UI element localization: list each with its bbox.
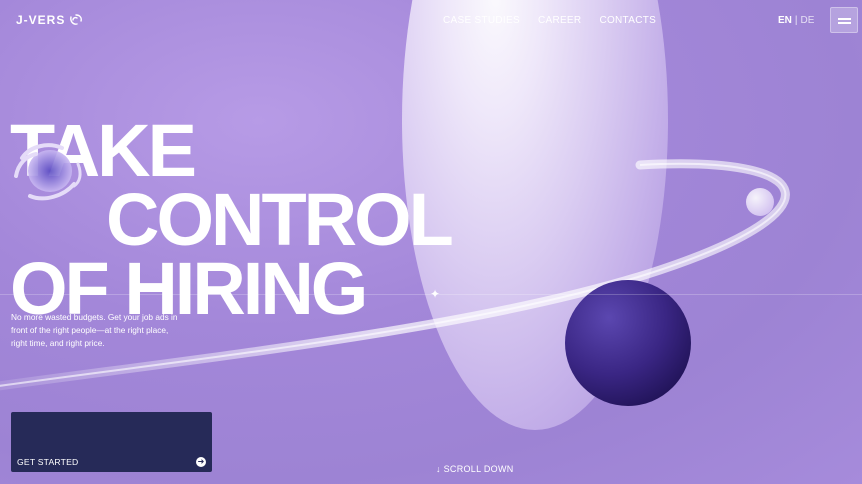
lang-en[interactable]: EN bbox=[778, 15, 792, 26]
brand-logo[interactable]: J-VERS bbox=[16, 13, 83, 27]
get-started-label: GET STARTED bbox=[17, 457, 79, 467]
arrow-right-icon: ➜ bbox=[196, 457, 206, 467]
nav-career[interactable]: CAREER bbox=[538, 15, 581, 26]
main-nav: CASE STUDIES CAREER CONTACTS bbox=[443, 15, 656, 26]
hamburger-icon bbox=[838, 18, 851, 20]
scroll-down-link[interactable]: ↓ SCROLL DOWN bbox=[436, 464, 514, 474]
menu-button[interactable] bbox=[830, 7, 858, 33]
swirl-icon bbox=[14, 143, 82, 201]
hamburger-icon bbox=[838, 22, 851, 24]
nav-case-studies[interactable]: CASE STUDIES bbox=[443, 15, 520, 26]
language-switcher: EN | DE bbox=[778, 15, 814, 26]
site-header: J-VERS CASE STUDIES CAREER CONTACTS EN | D… bbox=[0, 0, 862, 40]
brand-name: J-VERS bbox=[16, 13, 66, 27]
lang-de[interactable]: DE bbox=[801, 15, 815, 26]
hero-subtitle: No more wasted budgets. Get your job ads… bbox=[11, 312, 178, 349]
swirl-icon bbox=[70, 14, 83, 25]
nav-contacts[interactable]: CONTACTS bbox=[599, 15, 656, 26]
lang-separator: | bbox=[794, 15, 798, 26]
get-started-button[interactable]: GET STARTED ➜ bbox=[11, 412, 212, 472]
